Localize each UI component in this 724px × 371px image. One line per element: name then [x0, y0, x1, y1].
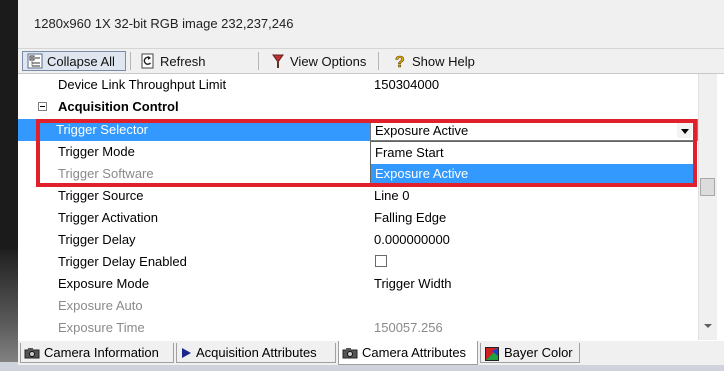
tab-label: Acquisition Attributes [196, 345, 317, 360]
tab-camera-information[interactable]: Camera Information [20, 343, 174, 363]
view-options-button[interactable]: View Options [266, 51, 366, 71]
collapse-all-button[interactable]: Collapse All [22, 51, 126, 71]
svg-text:?: ? [395, 54, 405, 69]
trigger-delay-enabled-checkbox[interactable] [375, 255, 387, 267]
tab-camera-attributes[interactable]: Camera Attributes [338, 341, 478, 365]
row-exposure-mode[interactable]: Exposure Mode Trigger Width [18, 273, 698, 295]
view-options-label: View Options [290, 53, 367, 69]
collapse-tree-icon [27, 53, 43, 69]
category-name: Acquisition Control [58, 99, 179, 114]
row-value: 150057.256 [374, 320, 443, 335]
row-trigger-delay-enabled[interactable]: Trigger Delay Enabled [18, 251, 698, 273]
show-help-label: Show Help [412, 53, 475, 69]
refresh-icon [140, 53, 156, 69]
row-exposure-auto: Exposure Auto [18, 295, 698, 317]
row-name: Exposure Mode [58, 276, 150, 291]
show-help-button[interactable]: ? Show Help [388, 51, 475, 72]
toolbar-separator [378, 52, 379, 70]
combobox-value: Exposure Active [375, 123, 469, 138]
toolbar: Collapse All Refresh View Options ? Show… [18, 49, 724, 74]
tab-bayer-color[interactable]: Bayer Color [480, 343, 580, 363]
row-name: Trigger Mode [58, 144, 135, 159]
play-icon [180, 347, 192, 359]
dropdown-option-frame-start[interactable]: Frame Start [371, 143, 694, 163]
vertical-scrollbar[interactable] [698, 74, 717, 340]
trigger-selector-combobox[interactable]: Exposure Active [370, 119, 695, 141]
row-name: Exposure Auto [58, 298, 143, 313]
attribute-grid: Device Link Throughput Limit 150304000 A… [18, 74, 698, 340]
help-icon: ? [392, 53, 408, 72]
tab-label: Bayer Color [504, 345, 573, 360]
row-name: Trigger Software [58, 166, 154, 181]
camera-icon [342, 347, 358, 359]
refresh-button[interactable]: Refresh [136, 51, 206, 71]
tab-acquisition-attributes[interactable]: Acquisition Attributes [176, 343, 336, 363]
scroll-down-icon[interactable] [704, 324, 712, 328]
row-name: Trigger Activation [58, 210, 158, 225]
dropdown-option-exposure-active[interactable]: Exposure Active [371, 164, 694, 184]
row-device-link-throughput-limit[interactable]: Device Link Throughput Limit 150304000 [18, 74, 698, 96]
row-value: Trigger Width [374, 276, 452, 291]
row-name: Trigger Source [58, 188, 144, 203]
row-trigger-source[interactable]: Trigger Source Line 0 [18, 185, 698, 207]
background-left-gradient [0, 250, 18, 371]
trigger-selector-dropdown-list: Frame Start Exposure Active [370, 141, 695, 185]
collapse-icon[interactable] [38, 102, 47, 111]
category-acquisition-control[interactable]: Acquisition Control [18, 96, 698, 118]
row-name: Trigger Selector [56, 122, 148, 137]
refresh-label: Refresh [160, 53, 206, 69]
dropdown-arrow-icon[interactable] [677, 122, 692, 138]
scrollbar-thumb[interactable] [700, 178, 715, 196]
camera-icon [24, 347, 40, 359]
bayer-color-icon [484, 346, 500, 361]
row-trigger-activation[interactable]: Trigger Activation Falling Edge [18, 207, 698, 229]
row-value: 150304000 [374, 77, 440, 92]
row-name: Trigger Delay [58, 232, 136, 247]
collapse-all-label: Collapse All [47, 53, 115, 69]
tab-bar: Camera Information Acquisition Attribute… [18, 341, 724, 365]
row-value: Falling Edge [374, 210, 447, 225]
tab-label: Camera Information [44, 345, 159, 360]
toolbar-separator [258, 52, 259, 70]
row-trigger-delay[interactable]: Trigger Delay 0.000000000 [18, 229, 698, 251]
toolbar-separator [130, 52, 131, 70]
image-info-text: 1280x960 1X 32-bit RGB image 232,237,246 [34, 16, 294, 31]
option-label: Frame Start [375, 145, 444, 160]
tab-label: Camera Attributes [362, 345, 467, 360]
row-value: 0.000000000 [374, 232, 450, 247]
row-value: Line 0 [374, 188, 410, 203]
row-name: Trigger Delay Enabled [58, 254, 187, 269]
row-name: Exposure Time [58, 320, 145, 335]
option-label: Exposure Active [375, 166, 469, 181]
row-name: Device Link Throughput Limit [58, 77, 227, 92]
image-info-bar: 1280x960 1X 32-bit RGB image 232,237,246 [18, 0, 724, 49]
view-options-icon [270, 53, 286, 69]
row-exposure-time: Exposure Time 150057.256 [18, 317, 698, 339]
